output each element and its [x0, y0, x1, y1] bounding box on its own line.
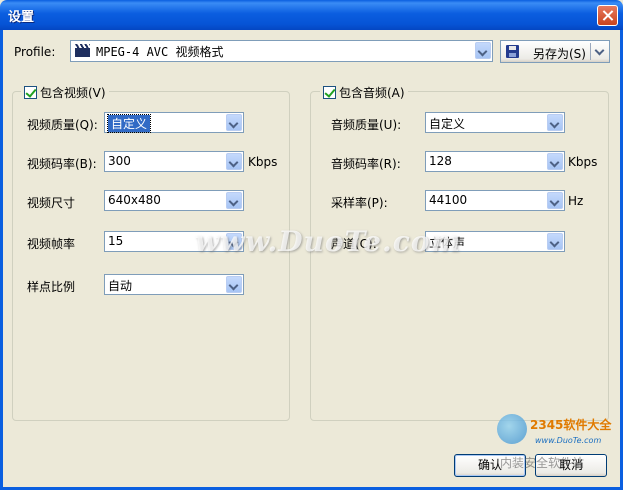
chevron-down-icon[interactable]: [226, 153, 242, 170]
audio-quality-label: 音频质量(U):: [331, 118, 402, 132]
sample-rate-label: 采样率(P):: [331, 196, 388, 210]
audio-quality-value: 自定义: [429, 117, 466, 131]
sample-rate-unit: Hz: [568, 194, 584, 208]
clapperboard-icon: [75, 44, 90, 57]
footer-watermark: 内装安全软件站: [500, 456, 585, 470]
brand-watermark-url: www.DuoTe.com: [535, 436, 602, 445]
profile-label: Profile:: [14, 45, 56, 59]
aspect-ratio-label: 样点比例: [27, 280, 76, 294]
video-bitrate-label: 视频码率(B):: [27, 157, 97, 171]
duote-watermark: www.DuoTe.com: [195, 225, 462, 258]
video-enabled-checkbox[interactable]: [24, 86, 37, 99]
chevron-down-icon[interactable]: [226, 276, 242, 293]
video-size-value: 640x480: [108, 193, 161, 207]
video-size-label: 视频尺寸: [27, 196, 76, 210]
video-quality-value: 自定义: [106, 114, 152, 133]
video-quality-select[interactable]: 自定义: [104, 112, 244, 133]
chevron-down-icon[interactable]: [547, 114, 563, 131]
audio-group-label: 包含音频(A): [339, 86, 405, 100]
aspect-ratio-value: 自动: [108, 279, 133, 293]
save-as-label: 另存为(S): [533, 47, 586, 61]
video-framerate-value: 15: [108, 234, 124, 248]
video-bitrate-unit: Kbps: [248, 155, 278, 169]
title-bar: 设置: [0, 0, 623, 30]
audio-bitrate-value: 128: [429, 154, 452, 168]
audio-quality-select[interactable]: 自定义: [425, 112, 565, 133]
chevron-down-icon[interactable]: [547, 233, 563, 250]
audio-group-legend[interactable]: 包含音频(A): [320, 84, 408, 101]
sample-rate-select[interactable]: 44100: [425, 190, 565, 211]
window-title: 设置: [8, 10, 35, 25]
chevron-down-icon[interactable]: [593, 44, 607, 59]
split-divider: [590, 43, 591, 60]
chevron-down-icon[interactable]: [547, 153, 563, 170]
video-quality-label: 视频质量(Q):: [27, 118, 98, 132]
profile-value: MPEG-4 AVC 视频格式: [96, 45, 224, 59]
video-group-label: 包含视频(V): [40, 86, 106, 100]
audio-bitrate-label: 音频码率(R):: [331, 157, 401, 171]
video-bitrate-value: 300: [108, 154, 131, 168]
chevron-down-icon[interactable]: [547, 192, 563, 209]
audio-bitrate-select[interactable]: 128: [425, 151, 565, 172]
save-as-button[interactable]: 另存为(S): [500, 40, 610, 63]
audio-bitrate-unit: Kbps: [568, 155, 598, 169]
audio-enabled-checkbox[interactable]: [323, 86, 336, 99]
chevron-down-icon[interactable]: [226, 114, 242, 131]
video-bitrate-select[interactable]: 300: [104, 151, 244, 172]
close-button[interactable]: [597, 5, 618, 26]
chevron-down-icon[interactable]: [226, 192, 242, 209]
bird-logo-icon: [497, 414, 527, 444]
profile-select[interactable]: MPEG-4 AVC 视频格式: [70, 40, 493, 62]
video-size-select[interactable]: 640x480: [104, 190, 244, 211]
chevron-down-icon[interactable]: [475, 42, 491, 59]
aspect-ratio-select[interactable]: 自动: [104, 274, 244, 295]
sample-rate-value: 44100: [429, 193, 468, 207]
video-group-legend[interactable]: 包含视频(V): [21, 84, 109, 101]
floppy-disk-icon: [506, 45, 519, 58]
brand-watermark-text: 2345软件大全: [530, 418, 612, 432]
brand-watermark: 2345软件大全 www.DuoTe.com: [497, 414, 617, 454]
video-framerate-label: 视频帧率: [27, 237, 76, 251]
